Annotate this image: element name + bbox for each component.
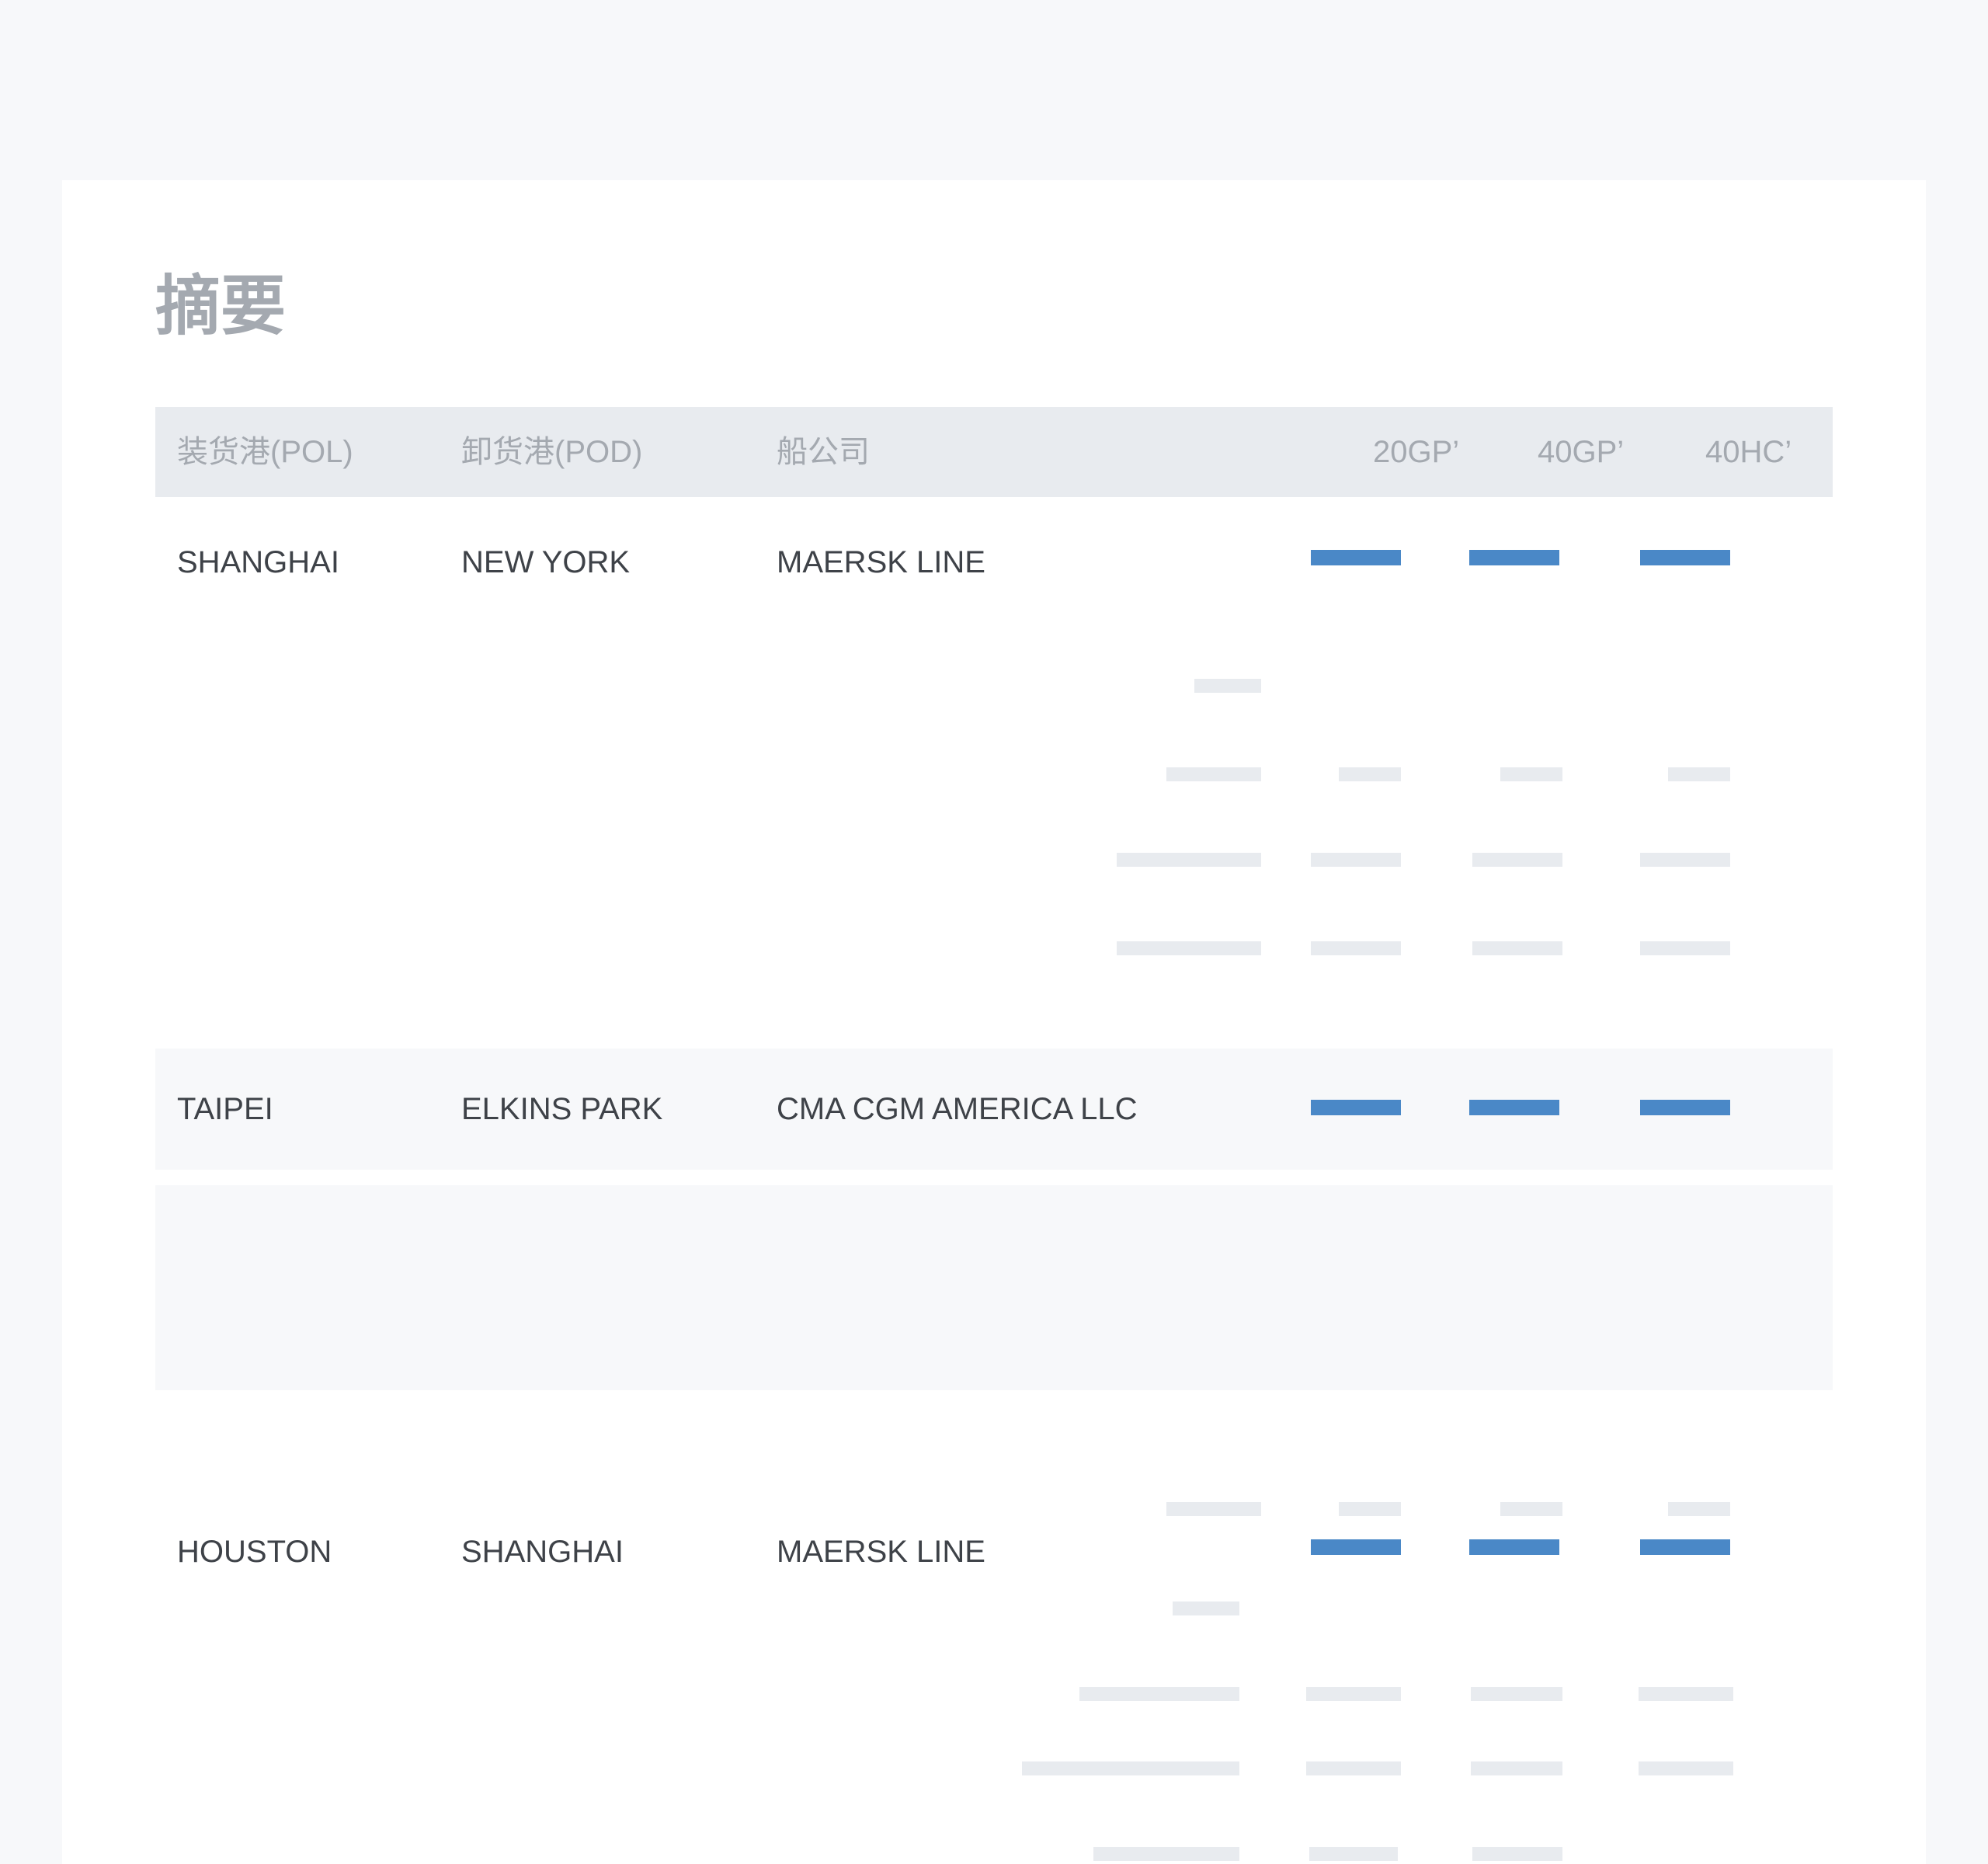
row-carrier: MAERSK LINE: [777, 1535, 985, 1569]
row-pol: TAIPEI: [177, 1092, 273, 1126]
price-20gp-placeholder: [1311, 1100, 1401, 1115]
table-header: 装货港(POL) 卸货港(POD) 船公司 20GP’ 40GP’ 40HC’: [155, 407, 1833, 497]
header-40hc: 40HC’: [1705, 435, 1792, 469]
row-carrier: CMA CGM AMERICA LLC: [777, 1092, 1138, 1126]
skeleton-line: [1306, 1687, 1401, 1701]
price-40gp-placeholder: [1469, 1100, 1559, 1115]
skeleton-line: [1093, 1847, 1239, 1861]
price-40hc-placeholder: [1640, 550, 1730, 565]
page-title: 摘要: [155, 270, 287, 343]
skeleton-line: [1640, 941, 1730, 955]
skeleton-line: [1339, 767, 1401, 781]
skeleton-line: [1471, 1761, 1562, 1775]
header-40gp: 40GP’: [1538, 435, 1625, 469]
skeleton-line: [1472, 853, 1562, 867]
row-pod: NEW YORK: [461, 545, 631, 579]
price-40hc-placeholder: [1640, 1100, 1730, 1115]
price-20gp-placeholder: [1311, 550, 1401, 565]
skeleton-line: [1166, 1502, 1261, 1516]
row-detail-skeleton: [155, 1185, 1833, 1516]
skeleton-line: [1173, 1601, 1239, 1615]
header-20gp: 20GP’: [1373, 435, 1460, 469]
skeleton-line: [1117, 853, 1261, 867]
skeleton-line: [1500, 767, 1562, 781]
skeleton-line: [1079, 1687, 1239, 1701]
row-pod: SHANGHAI: [461, 1535, 624, 1569]
row-pol: SHANGHAI: [177, 545, 339, 579]
skeleton-line: [1117, 941, 1261, 955]
skeleton-line: [1639, 1687, 1733, 1701]
header-pol: 装货港(POL): [177, 435, 353, 469]
price-20gp-placeholder: [1311, 1539, 1401, 1555]
skeleton-line: [1022, 1761, 1239, 1775]
table-row[interactable]: TAIPEI ELKINS PARK CMA CGM AMERICA LLC: [155, 1048, 1833, 1170]
skeleton-line: [1194, 679, 1261, 693]
skeleton-line: [1309, 1847, 1398, 1861]
summary-card: 摘要 装货港(POL) 卸货港(POD) 船公司 20GP’ 40GP’ 40H…: [62, 180, 1926, 1864]
skeleton-line: [1339, 1502, 1401, 1516]
skeleton-line: [1306, 1761, 1401, 1775]
skeleton-line: [1668, 767, 1730, 781]
skeleton-line: [1500, 1502, 1562, 1516]
row-pol: HOUSTON: [177, 1535, 332, 1569]
skeleton-line: [1640, 853, 1730, 867]
row-pod: ELKINS PARK: [461, 1092, 663, 1126]
price-40gp-placeholder: [1469, 550, 1559, 565]
skeleton-line: [1472, 941, 1562, 955]
skeleton-line: [1311, 853, 1401, 867]
skeleton-line: [1471, 1687, 1562, 1701]
price-40hc-placeholder: [1640, 1539, 1730, 1555]
skeleton-line: [1166, 767, 1261, 781]
row-carrier: MAERSK LINE: [777, 545, 985, 579]
skeleton-line: [1472, 1847, 1562, 1861]
header-carrier: 船公司: [777, 435, 870, 469]
header-pod: 卸货港(POD): [461, 435, 643, 469]
skeleton-line: [1639, 1761, 1733, 1775]
skeleton-line: [1668, 1502, 1730, 1516]
price-40gp-placeholder: [1469, 1539, 1559, 1555]
skeleton-line: [1311, 941, 1401, 955]
